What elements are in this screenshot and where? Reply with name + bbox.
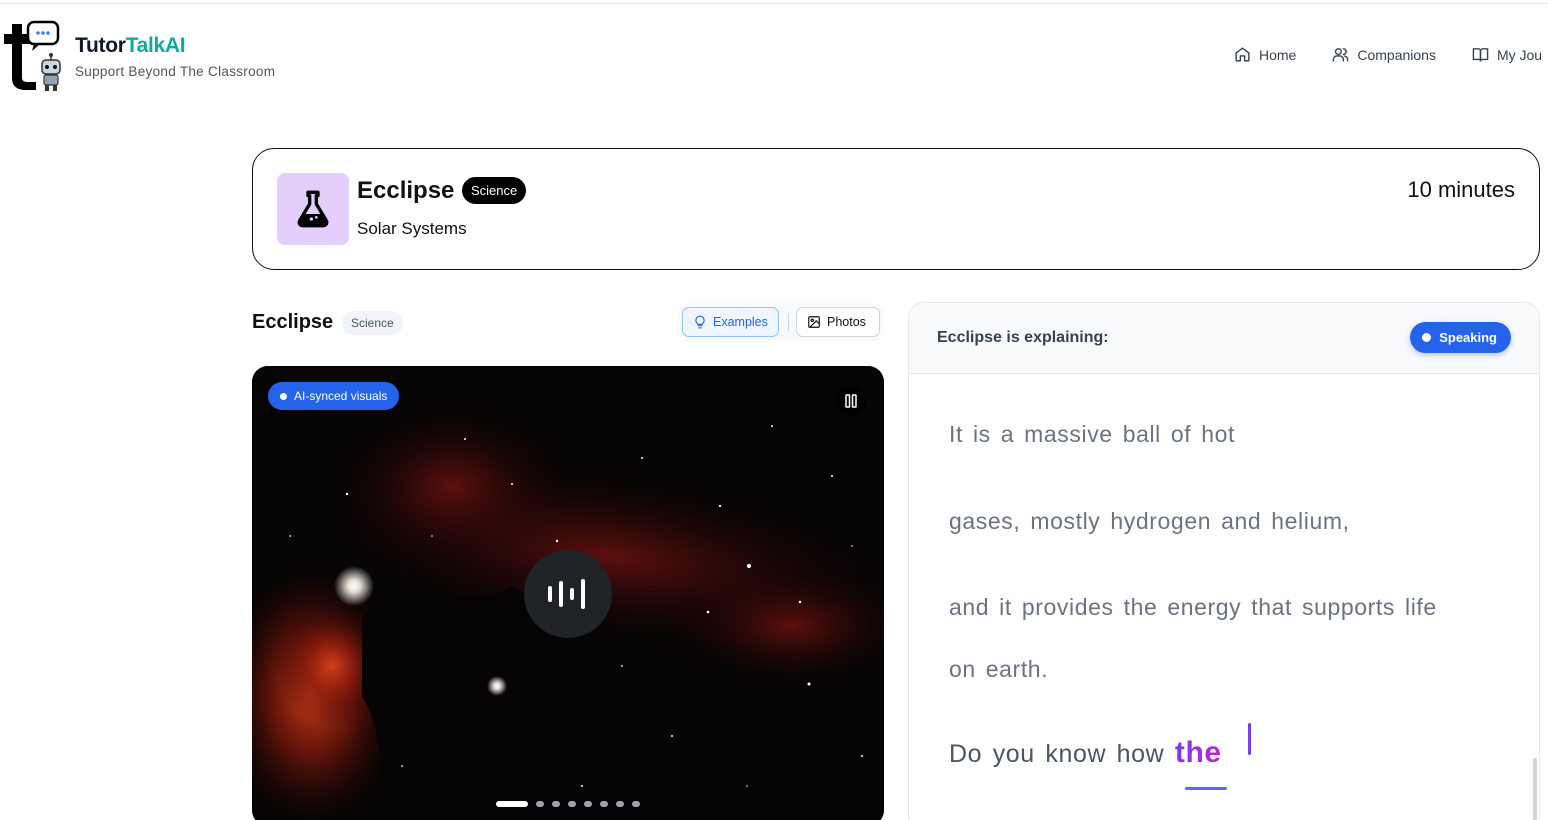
visual-toolbar: Examples Photos xyxy=(678,303,884,341)
ai-badge-label: AI-synced visuals xyxy=(294,389,388,403)
photos-label: Photos xyxy=(827,315,866,329)
word-underline xyxy=(1185,787,1227,790)
slide-dot[interactable] xyxy=(616,801,624,807)
nav-home[interactable]: Home xyxy=(1234,46,1296,63)
transcript-line: and it provides the energy that supports… xyxy=(949,594,1437,620)
transcript-title: Ecclipse is explaining: xyxy=(937,329,1109,346)
slide-dot[interactable] xyxy=(600,801,608,807)
image-icon xyxy=(808,316,820,328)
transcript-line: gases, mostly hydrogen and helium, xyxy=(949,508,1350,534)
book-icon xyxy=(1472,48,1489,62)
companion-avatar xyxy=(277,173,349,245)
current-prefix: Do you know how xyxy=(949,740,1165,768)
speaking-dot xyxy=(1422,333,1432,342)
toolbar-divider xyxy=(788,313,789,331)
ai-synced-badge: AI-synced visuals xyxy=(268,382,400,410)
nav-home-label: Home xyxy=(1259,46,1297,63)
nav-my-journey[interactable]: My Jou xyxy=(1472,46,1542,63)
photos-button[interactable]: Photos xyxy=(796,307,880,337)
transcript-line: on earth. xyxy=(949,656,1049,682)
companion-name: Ecclipse xyxy=(357,177,455,204)
slide-dot[interactable] xyxy=(584,801,592,807)
slide-indicator xyxy=(496,801,640,807)
waveform-icon xyxy=(548,579,585,609)
visual-subject-badge: Science xyxy=(342,311,403,335)
brand-name: TutorTalkAI xyxy=(75,34,186,57)
visual-panel-title: Ecclipse xyxy=(252,311,334,333)
transcript-line: It is a massive ball of hot xyxy=(949,421,1236,447)
transcript-header: Ecclipse is explaining: Speaking xyxy=(909,303,1539,374)
speaking-label: Speaking xyxy=(1439,330,1497,345)
session-duration: 10 minutes xyxy=(1407,177,1515,202)
transcript-current-line: Do you know how the xyxy=(949,736,1222,770)
subject-badge: Science xyxy=(462,177,527,204)
slide-dot[interactable] xyxy=(552,801,560,807)
pause-button[interactable] xyxy=(836,386,866,416)
slide-dot[interactable] xyxy=(536,801,544,807)
highlighted-word: the xyxy=(1174,736,1222,769)
nav-companions-label: Companions xyxy=(1357,46,1436,63)
visual-viewer[interactable]: AI-synced visuals xyxy=(252,366,884,820)
typing-cursor xyxy=(1248,723,1251,755)
top-divider xyxy=(0,3,1548,4)
home-icon xyxy=(1235,47,1250,62)
lightbulb-icon xyxy=(695,315,705,329)
transcript-scrollbar[interactable] xyxy=(1533,758,1537,820)
status-dot xyxy=(280,392,287,400)
nav-companions[interactable]: Companions xyxy=(1332,46,1436,63)
speaking-status: Speaking xyxy=(1410,322,1511,353)
slide-dot[interactable] xyxy=(496,801,528,807)
slide-dot[interactable] xyxy=(568,801,576,807)
nav-my-journey-label: My Jou xyxy=(1496,46,1543,63)
examples-button[interactable]: Examples xyxy=(682,307,779,337)
audio-waveform[interactable] xyxy=(524,550,612,638)
users-icon xyxy=(1333,48,1349,62)
flask-icon xyxy=(297,190,329,228)
slide-dot[interactable] xyxy=(632,801,640,807)
transcript-panel: Ecclipse is explaining: Speaking It is a… xyxy=(908,302,1540,820)
pause-icon xyxy=(845,394,857,408)
companion-card: Ecclipse Science Solar Systems 10 minute… xyxy=(252,148,1540,270)
examples-label: Examples xyxy=(713,315,768,329)
logo[interactable] xyxy=(4,20,66,92)
companion-topic: Solar Systems xyxy=(357,219,467,238)
main-nav: Home Companions My Jou xyxy=(1234,46,1542,63)
brand-tagline: Support Beyond The Classroom xyxy=(75,64,276,79)
